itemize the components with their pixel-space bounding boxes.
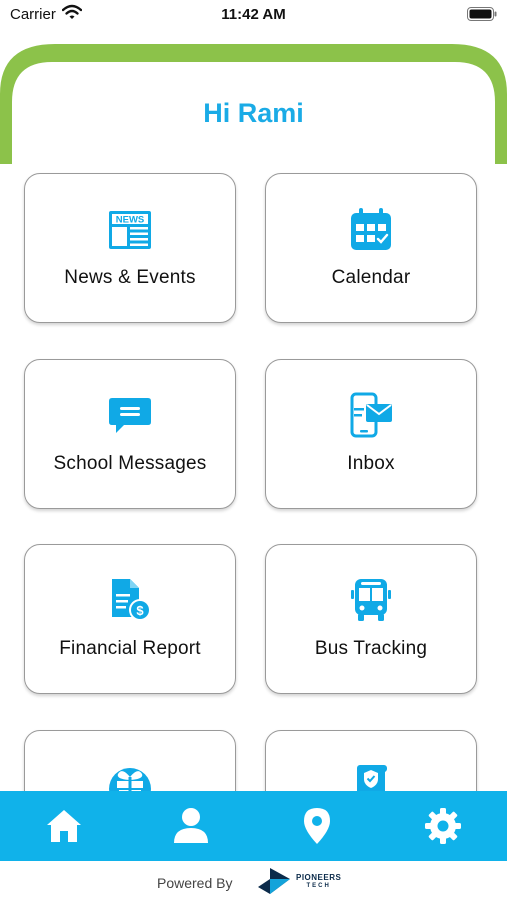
financial-document-icon: $ (25, 577, 235, 623)
tile-calendar[interactable]: Calendar (265, 173, 477, 323)
greeting-title: Hi Rami (203, 98, 304, 128)
gear-icon (425, 808, 461, 844)
nav-location-button[interactable] (295, 804, 339, 848)
footer: Powered By PIONEERS TECH (0, 861, 507, 900)
status-bar: Carrier 11:42 AM (0, 0, 507, 30)
tile-inbox[interactable]: Inbox (265, 359, 477, 509)
tile-bus-tracking[interactable]: Bus Tracking (265, 544, 477, 694)
pioneers-logo-icon (258, 868, 290, 894)
clock: 11:42 AM (221, 6, 286, 23)
location-pin-icon (304, 808, 330, 844)
tile-label: Inbox (347, 453, 395, 474)
brand-name: PIONEERS TECH (296, 873, 342, 890)
tile-news-events[interactable]: NEWS News & Events (24, 173, 236, 323)
calendar-icon (266, 206, 476, 252)
bottom-nav (0, 791, 507, 861)
bus-icon (266, 577, 476, 623)
news-icon: NEWS (25, 206, 235, 252)
nav-home-button[interactable] (42, 804, 86, 848)
home-icon (47, 810, 81, 842)
mobile-mail-icon (266, 392, 476, 438)
tile-label: School Messages (53, 453, 207, 474)
tile-label: Bus Tracking (314, 638, 428, 659)
chat-bubble-icon (25, 392, 235, 438)
tile-financial-report[interactable]: $ Financial Report (24, 544, 236, 694)
tile-school-messages[interactable]: School Messages (24, 359, 236, 509)
nav-settings-button[interactable] (421, 804, 465, 848)
battery-icon (467, 7, 497, 21)
tile-label: Financial Report (59, 638, 201, 659)
powered-by-label: Powered By (157, 875, 233, 891)
nav-profile-button[interactable] (169, 804, 213, 848)
svg-text:NEWS: NEWS (116, 215, 145, 226)
user-icon (174, 808, 208, 843)
svg-text:$: $ (136, 603, 144, 618)
tile-label: Calendar (331, 267, 411, 288)
tile-label: News & Events (64, 267, 196, 288)
